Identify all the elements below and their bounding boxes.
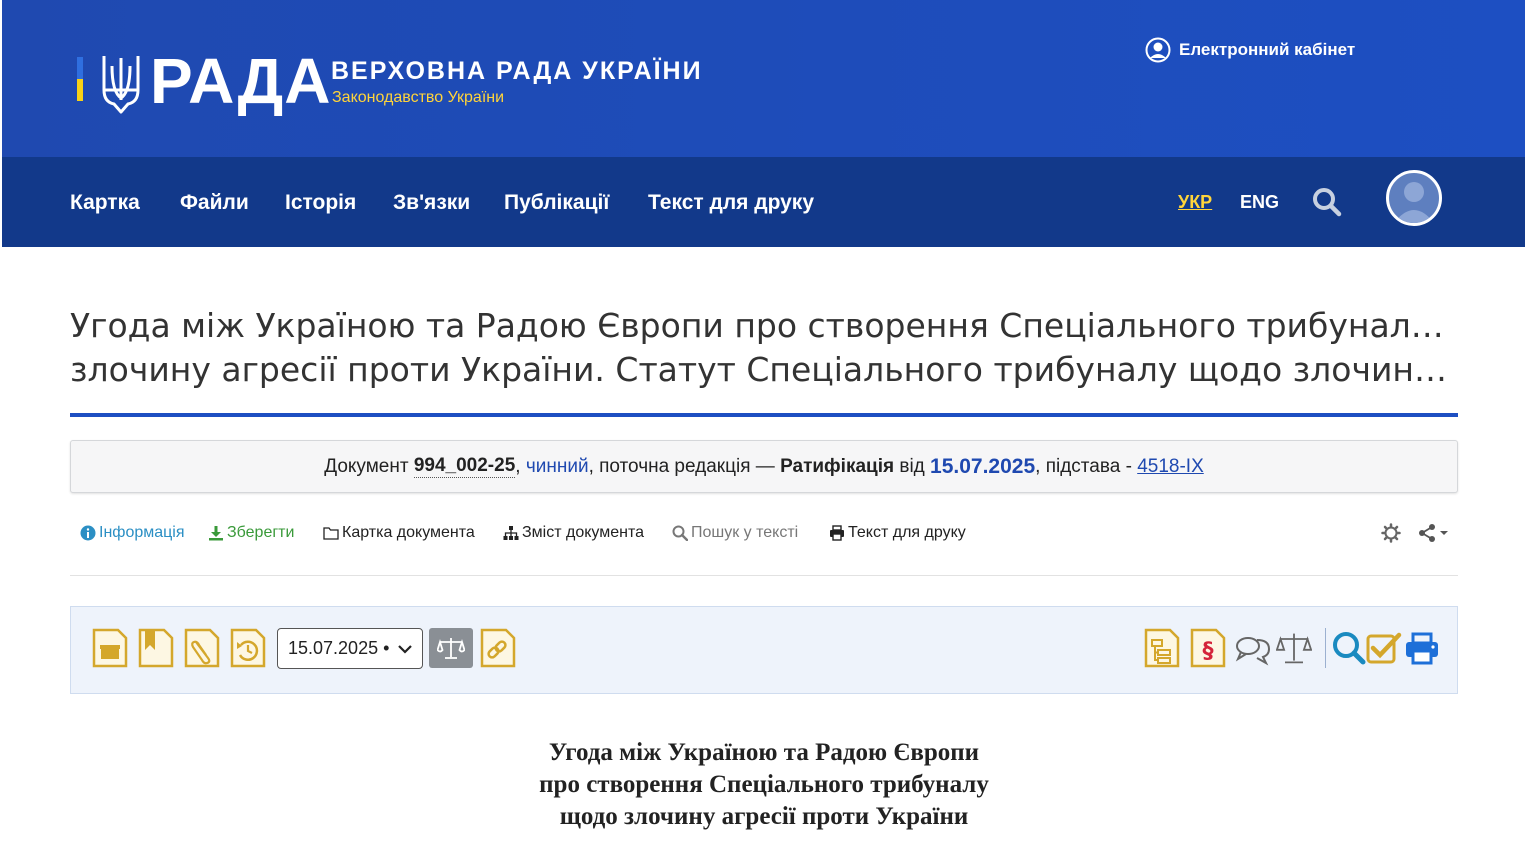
folder-icon (323, 527, 339, 540)
page-title-line-2: злочину агресії проти України. Статут Сп… (70, 350, 1460, 389)
search-icon[interactable] (1331, 628, 1367, 668)
user-circle-icon (1145, 37, 1171, 63)
edition-date-select[interactable]: 15.07.2025 • (277, 628, 423, 669)
body-title-line-1: Угода між Україною та Радою Європи (548, 739, 980, 766)
avatar[interactable] (1386, 170, 1442, 226)
printer-icon (830, 525, 844, 541)
attachment-doc-icon[interactable] (184, 628, 220, 668)
status-badge: чинний (525, 455, 589, 477)
edition-date: 15.07.2025 (930, 454, 1036, 478)
nav-item-files[interactable]: Файли (180, 190, 249, 216)
nav-item-print-text[interactable]: Текст для друку (648, 190, 814, 216)
nav-item-card[interactable]: Картка (70, 190, 140, 216)
scales-icon (437, 638, 465, 659)
text-search-link[interactable]: Пошук у тексті (672, 522, 798, 544)
user-avatar-icon (1394, 182, 1434, 223)
flag-icon (77, 57, 83, 101)
document-card-link[interactable]: Картка документа (323, 522, 475, 544)
basis-label: , підстава - (1035, 455, 1132, 477)
structure-doc-icon[interactable] (1144, 628, 1180, 668)
nav-item-links[interactable]: Зв'язки (393, 190, 470, 216)
info-label: Інформація (99, 524, 185, 541)
lang-eng[interactable]: ENG (1240, 191, 1279, 213)
basis-link[interactable]: 4518-IX (1137, 456, 1204, 478)
printer-icon[interactable] (1404, 628, 1440, 668)
nav-item-publications[interactable]: Публікації (504, 190, 609, 216)
info-icon (80, 525, 96, 541)
comments-icon[interactable] (1235, 628, 1271, 668)
scales-compare-icon[interactable] (1276, 628, 1312, 668)
site-title[interactable]: ВЕРХОВНА РАДА УКРАЇНИ (331, 57, 703, 85)
chevron-down-icon (398, 644, 412, 654)
site-subtitle[interactable]: Законодавство України (332, 89, 504, 107)
share-icon[interactable] (1418, 523, 1450, 543)
nav-item-history[interactable]: Історія (285, 190, 356, 216)
card-label: Картка документа (342, 524, 475, 541)
table-of-contents-link[interactable]: Зміст документа (503, 522, 644, 544)
svg-text:§: § (1203, 639, 1214, 664)
body-title-line-3: щодо злочину агресії проти України (559, 803, 969, 830)
toc-label: Зміст документа (522, 524, 645, 541)
heading-divider (70, 413, 1458, 417)
search-icon[interactable] (1312, 187, 1342, 217)
body-title-line-2: про створення Спеціального трибуналу (539, 771, 989, 798)
magnifier-icon (672, 525, 688, 541)
toolbar-separator (1325, 628, 1326, 668)
logo-wordmark[interactable]: РАДА (150, 48, 331, 114)
electronic-cabinet-link[interactable]: Електронний кабінет (1145, 36, 1355, 64)
save-link[interactable]: Зберегти (208, 522, 294, 544)
sitemap-icon (503, 526, 519, 540)
checkbox-check-icon[interactable] (1366, 628, 1402, 668)
document-number[interactable]: 994_002-25 (413, 455, 516, 478)
section-sign-doc-icon[interactable]: § (1190, 628, 1226, 668)
trident-icon (102, 56, 140, 114)
link-doc-icon[interactable] (480, 628, 516, 668)
bookmark-doc-icon[interactable] (138, 628, 174, 668)
page-title: Угода між Україною та Радою Європи про с… (70, 304, 1460, 392)
print-label: Текст для друку (848, 524, 966, 541)
lang-ukr[interactable]: УКР (1178, 191, 1212, 213)
history-doc-icon[interactable] (230, 628, 266, 668)
page-title-line-1: Угода між Україною та Радою Європи про с… (70, 306, 1460, 345)
gear-icon[interactable] (1381, 523, 1401, 543)
cabinet-label: Електронний кабінет (1179, 40, 1356, 59)
edition-date-value: 15.07.2025 • (288, 638, 390, 658)
compare-editions-button[interactable] (429, 628, 473, 668)
search-label: Пошук у тексті (691, 524, 799, 541)
edition-type: Ратифікація (780, 455, 895, 477)
document-body-title: Угода між Україною та Радою Європи про с… (480, 737, 1048, 833)
status-from: від (899, 455, 925, 477)
info-link[interactable]: Інформація (80, 522, 185, 544)
archive-doc-icon[interactable] (92, 628, 128, 668)
action-divider (70, 575, 1458, 576)
save-label: Зберегти (227, 524, 295, 541)
status-prefix: Документ (324, 455, 409, 477)
print-text-link[interactable]: Текст для друку (829, 522, 966, 544)
download-icon (209, 526, 223, 541)
document-status-box: Документ 994_002-25, чинний , поточна ре… (70, 440, 1458, 493)
status-middle: , поточна редакція — (588, 455, 775, 477)
